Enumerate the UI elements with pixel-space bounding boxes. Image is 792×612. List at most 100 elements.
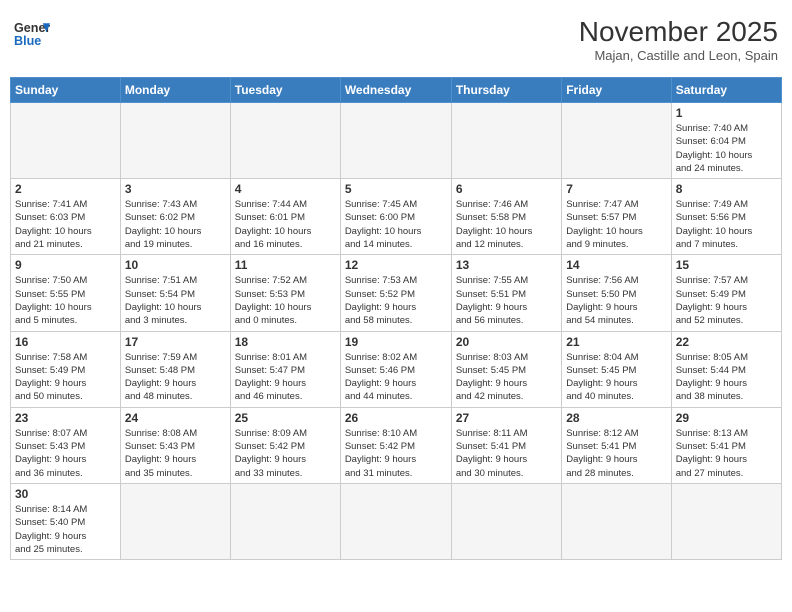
day-info: Sunrise: 7:58 AM Sunset: 5:49 PM Dayligh… (15, 351, 116, 404)
calendar-cell: 10Sunrise: 7:51 AM Sunset: 5:54 PM Dayli… (120, 255, 230, 331)
calendar-cell: 23Sunrise: 8:07 AM Sunset: 5:43 PM Dayli… (11, 407, 121, 483)
day-info: Sunrise: 7:40 AM Sunset: 6:04 PM Dayligh… (676, 122, 777, 175)
day-info: Sunrise: 7:59 AM Sunset: 5:48 PM Dayligh… (125, 351, 226, 404)
calendar-cell: 11Sunrise: 7:52 AM Sunset: 5:53 PM Dayli… (230, 255, 340, 331)
day-number: 8 (676, 182, 777, 196)
day-info: Sunrise: 8:14 AM Sunset: 5:40 PM Dayligh… (15, 503, 116, 556)
weekday-header-row: SundayMondayTuesdayWednesdayThursdayFrid… (11, 78, 782, 103)
day-number: 19 (345, 335, 447, 349)
day-info: Sunrise: 8:10 AM Sunset: 5:42 PM Dayligh… (345, 427, 447, 480)
day-number: 4 (235, 182, 336, 196)
day-info: Sunrise: 8:13 AM Sunset: 5:41 PM Dayligh… (676, 427, 777, 480)
day-info: Sunrise: 8:04 AM Sunset: 5:45 PM Dayligh… (566, 351, 666, 404)
day-info: Sunrise: 8:07 AM Sunset: 5:43 PM Dayligh… (15, 427, 116, 480)
calendar-cell: 27Sunrise: 8:11 AM Sunset: 5:41 PM Dayli… (451, 407, 561, 483)
day-info: Sunrise: 7:57 AM Sunset: 5:49 PM Dayligh… (676, 274, 777, 327)
day-info: Sunrise: 8:03 AM Sunset: 5:45 PM Dayligh… (456, 351, 557, 404)
calendar-cell (230, 103, 340, 179)
month-title: November 2025 (579, 16, 778, 48)
day-number: 29 (676, 411, 777, 425)
calendar-cell (451, 103, 561, 179)
calendar-cell: 20 Sunrise: 8:03 AM Sunset: 5:45 PM Dayli… (451, 331, 561, 407)
day-number: 2 (15, 182, 116, 196)
page-header: General Blue November 2025 Majan, Castil… (10, 10, 782, 69)
day-info: Sunrise: 7:41 AM Sunset: 6:03 PM Dayligh… (15, 198, 116, 251)
calendar-cell (562, 483, 671, 559)
day-info: Sunrise: 7:43 AM Sunset: 6:02 PM Dayligh… (125, 198, 226, 251)
calendar-week-6: 30 Sunrise: 8:14 AM Sunset: 5:40 PM Dayli… (11, 483, 782, 559)
day-number: 22 (676, 335, 777, 349)
day-number: 20 (456, 335, 557, 349)
calendar-cell: 7Sunrise: 7:47 AM Sunset: 5:57 PM Daylig… (562, 179, 671, 255)
calendar-cell: 17 Sunrise: 7:59 AM Sunset: 5:48 PM Dayli… (120, 331, 230, 407)
day-info: Sunrise: 7:44 AM Sunset: 6:01 PM Dayligh… (235, 198, 336, 251)
day-info: Sunrise: 7:49 AM Sunset: 5:56 PM Dayligh… (676, 198, 777, 251)
calendar-cell: 6Sunrise: 7:46 AM Sunset: 5:58 PM Daylig… (451, 179, 561, 255)
calendar-cell: 19 Sunrise: 8:02 AM Sunset: 5:46 PM Dayli… (340, 331, 451, 407)
calendar-cell: 4 Sunrise: 7:44 AM Sunset: 6:01 PM Daylig… (230, 179, 340, 255)
calendar-cell: 1 Sunrise: 7:40 AM Sunset: 6:04 PM Daylig… (671, 103, 781, 179)
calendar-cell: 25 Sunrise: 8:09 AM Sunset: 5:42 PM Dayli… (230, 407, 340, 483)
calendar-cell (120, 483, 230, 559)
day-info: Sunrise: 7:55 AM Sunset: 5:51 PM Dayligh… (456, 274, 557, 327)
day-number: 27 (456, 411, 557, 425)
day-number: 30 (15, 487, 116, 501)
day-info: Sunrise: 8:09 AM Sunset: 5:42 PM Dayligh… (235, 427, 336, 480)
day-info: Sunrise: 8:12 AM Sunset: 5:41 PM Dayligh… (566, 427, 666, 480)
svg-text:Blue: Blue (14, 34, 41, 48)
calendar-week-3: 9Sunrise: 7:50 AM Sunset: 5:55 PM Daylig… (11, 255, 782, 331)
calendar-week-1: 1 Sunrise: 7:40 AM Sunset: 6:04 PM Daylig… (11, 103, 782, 179)
day-number: 5 (345, 182, 447, 196)
calendar-cell: 3 Sunrise: 7:43 AM Sunset: 6:02 PM Daylig… (120, 179, 230, 255)
day-number: 11 (235, 258, 336, 272)
location-subtitle: Majan, Castille and Leon, Spain (579, 48, 778, 63)
weekday-header-sunday: Sunday (11, 78, 121, 103)
calendar-cell (11, 103, 121, 179)
calendar-cell (340, 483, 451, 559)
calendar-cell: 5 Sunrise: 7:45 AM Sunset: 6:00 PM Daylig… (340, 179, 451, 255)
day-number: 25 (235, 411, 336, 425)
day-number: 9 (15, 258, 116, 272)
calendar-cell: 21Sunrise: 8:04 AM Sunset: 5:45 PM Dayli… (562, 331, 671, 407)
calendar-cell: 29 Sunrise: 8:13 AM Sunset: 5:41 PM Dayli… (671, 407, 781, 483)
day-number: 17 (125, 335, 226, 349)
title-block: November 2025 Majan, Castille and Leon, … (579, 16, 778, 63)
day-number: 14 (566, 258, 666, 272)
day-number: 1 (676, 106, 777, 120)
calendar-cell: 15Sunrise: 7:57 AM Sunset: 5:49 PM Dayli… (671, 255, 781, 331)
day-info: Sunrise: 8:05 AM Sunset: 5:44 PM Dayligh… (676, 351, 777, 404)
calendar-cell: 9Sunrise: 7:50 AM Sunset: 5:55 PM Daylig… (11, 255, 121, 331)
calendar-cell: 14Sunrise: 7:56 AM Sunset: 5:50 PM Dayli… (562, 255, 671, 331)
weekday-header-tuesday: Tuesday (230, 78, 340, 103)
weekday-header-saturday: Saturday (671, 78, 781, 103)
calendar-cell (451, 483, 561, 559)
day-info: Sunrise: 7:46 AM Sunset: 5:58 PM Dayligh… (456, 198, 557, 251)
calendar-week-4: 16 Sunrise: 7:58 AM Sunset: 5:49 PM Dayli… (11, 331, 782, 407)
calendar-cell: 26 Sunrise: 8:10 AM Sunset: 5:42 PM Dayli… (340, 407, 451, 483)
calendar-cell: 16 Sunrise: 7:58 AM Sunset: 5:49 PM Dayli… (11, 331, 121, 407)
weekday-header-wednesday: Wednesday (340, 78, 451, 103)
calendar-table: SundayMondayTuesdayWednesdayThursdayFrid… (10, 77, 782, 560)
day-number: 13 (456, 258, 557, 272)
calendar-cell: 2 Sunrise: 7:41 AM Sunset: 6:03 PM Daylig… (11, 179, 121, 255)
day-number: 26 (345, 411, 447, 425)
day-info: Sunrise: 7:45 AM Sunset: 6:00 PM Dayligh… (345, 198, 447, 251)
weekday-header-monday: Monday (120, 78, 230, 103)
calendar-cell (230, 483, 340, 559)
day-number: 28 (566, 411, 666, 425)
day-info: Sunrise: 7:51 AM Sunset: 5:54 PM Dayligh… (125, 274, 226, 327)
day-number: 18 (235, 335, 336, 349)
day-info: Sunrise: 8:08 AM Sunset: 5:43 PM Dayligh… (125, 427, 226, 480)
logo: General Blue (14, 16, 50, 52)
calendar-cell: 13 Sunrise: 7:55 AM Sunset: 5:51 PM Dayli… (451, 255, 561, 331)
day-info: Sunrise: 8:02 AM Sunset: 5:46 PM Dayligh… (345, 351, 447, 404)
day-number: 3 (125, 182, 226, 196)
day-number: 16 (15, 335, 116, 349)
calendar-cell: 8 Sunrise: 7:49 AM Sunset: 5:56 PM Daylig… (671, 179, 781, 255)
day-info: Sunrise: 8:01 AM Sunset: 5:47 PM Dayligh… (235, 351, 336, 404)
weekday-header-friday: Friday (562, 78, 671, 103)
calendar-cell: 24Sunrise: 8:08 AM Sunset: 5:43 PM Dayli… (120, 407, 230, 483)
logo-icon: General Blue (14, 16, 50, 52)
calendar-cell: 22 Sunrise: 8:05 AM Sunset: 5:44 PM Dayli… (671, 331, 781, 407)
calendar-cell (340, 103, 451, 179)
